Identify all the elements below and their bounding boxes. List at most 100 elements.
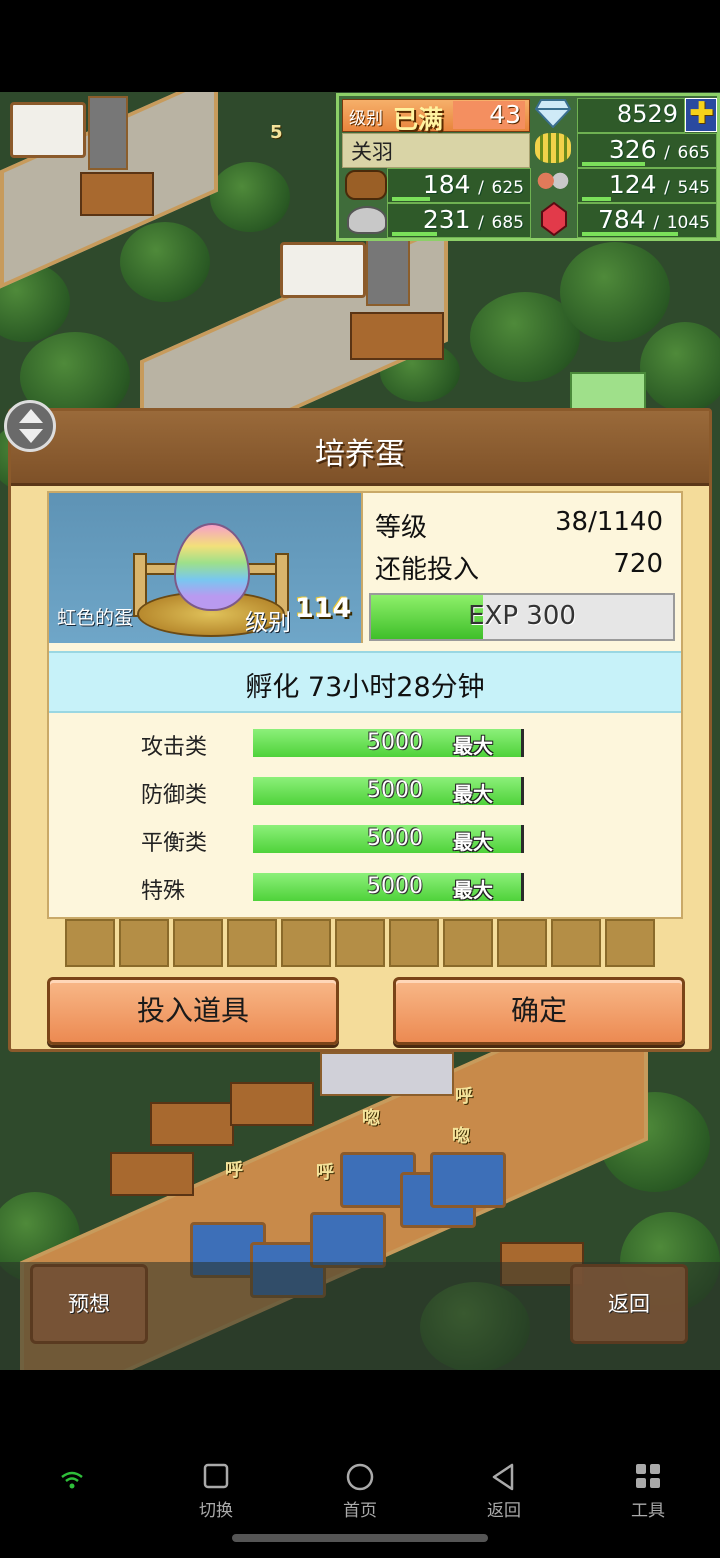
- remaining-label: 还能投入: [375, 555, 480, 585]
- back-button[interactable]: 返回: [570, 1264, 688, 1344]
- item-slot[interactable]: [335, 919, 385, 967]
- nav-back[interactable]: 返回: [464, 1462, 544, 1521]
- crystal-icon: [541, 201, 567, 240]
- diamond-icon: [534, 98, 572, 132]
- attribute-bar: 5000 最大: [253, 825, 524, 854]
- level-box: 级别 已满 43: [342, 99, 530, 134]
- attribute-row: 防御类 5000 最大: [49, 777, 681, 809]
- attribute-max: 最大: [453, 734, 493, 758]
- wood-max: 625: [491, 178, 524, 198]
- grid-icon: [608, 1462, 688, 1496]
- attribute-value: 5000: [367, 730, 423, 755]
- dialog-header: 培养蛋: [11, 411, 709, 486]
- egg-panel[interactable]: 虹色的蛋 级别 114: [49, 493, 363, 643]
- ore-max: 685: [491, 213, 524, 233]
- attribute-label: 防御类: [141, 783, 208, 808]
- dialog-title: 培养蛋: [315, 437, 405, 472]
- food-counter: 326 / 665: [577, 133, 717, 168]
- snore-text: 呼: [225, 1160, 243, 1181]
- grade-label: 等级: [375, 513, 428, 543]
- ore-icon: [347, 206, 387, 234]
- plus-icon: ✚: [689, 96, 715, 131]
- crystal-current: 784: [598, 205, 646, 234]
- nav-back-label: 返回: [487, 1501, 521, 1521]
- wood-current: 184: [422, 170, 471, 199]
- hatch-banner: 孵化 73小时28分钟: [49, 651, 681, 713]
- workers-max: 545: [677, 178, 710, 198]
- attribute-label: 平衡类: [141, 831, 208, 856]
- insert-items-button[interactable]: 投入道具: [47, 977, 339, 1045]
- rainbow-egg-icon: [174, 523, 250, 611]
- attribute-row: 平衡类 5000 最大: [49, 825, 681, 857]
- item-slot[interactable]: [605, 919, 655, 967]
- item-slot[interactable]: [227, 919, 277, 967]
- home-indicator[interactable]: [232, 1534, 488, 1542]
- food-icon: [535, 133, 571, 163]
- level-label: 级别: [349, 109, 383, 129]
- snore-text: 唿: [452, 1126, 470, 1147]
- attribute-bar: 5000 最大: [253, 777, 524, 806]
- wood-progress: [392, 197, 430, 201]
- workers-icon: [535, 168, 571, 200]
- add-gems-button[interactable]: ✚: [685, 96, 717, 132]
- gems-counter: 8529: [577, 98, 685, 133]
- item-slot[interactable]: [551, 919, 601, 967]
- attribute-list: 攻击类 5000 最大 防御类 5000 最大 平衡类 5000 最大 特殊 5…: [49, 719, 681, 915]
- wood-counter: 184 / 625: [387, 168, 531, 203]
- egg-level-label: 级别: [245, 610, 291, 636]
- attribute-row: 攻击类 5000 最大: [49, 729, 681, 761]
- ore-progress: [392, 232, 437, 236]
- level-value: 43: [489, 100, 521, 129]
- item-slot[interactable]: [497, 919, 547, 967]
- ore-current: 231: [422, 205, 471, 234]
- forecast-button[interactable]: 预想: [30, 1264, 148, 1344]
- attribute-max: 最大: [453, 878, 493, 902]
- crystal-max: 1045: [666, 213, 710, 233]
- egg-level-value: 114: [295, 593, 352, 624]
- item-slot[interactable]: [65, 919, 115, 967]
- nav-tools[interactable]: 工具: [608, 1462, 688, 1521]
- nav-tools-label: 工具: [631, 1501, 665, 1521]
- workers-current: 124: [608, 170, 657, 199]
- attribute-max: 最大: [453, 830, 493, 854]
- map-marker: 5: [270, 122, 283, 143]
- workers-progress: [582, 197, 611, 201]
- workers-counter: 124 / 545: [577, 168, 717, 203]
- exp-bar: EXP 300: [369, 593, 675, 641]
- resource-hud: 级别 已满 43 8529 ✚ 关羽 326 / 665 184 / 625 1…: [336, 93, 720, 241]
- snore-text: 呼: [455, 1086, 473, 1107]
- item-slot[interactable]: [119, 919, 169, 967]
- dialog-content: 虹色的蛋 级别 114 等级 38/1140 还能投入 720 EXP 300 …: [47, 491, 683, 919]
- item-slot[interactable]: [173, 919, 223, 967]
- wifi-icon: [60, 1470, 84, 1494]
- food-progress: [582, 162, 645, 166]
- attribute-bar: 5000 最大: [253, 873, 524, 902]
- item-slot[interactable]: [389, 919, 439, 967]
- attribute-value: 5000: [367, 826, 423, 851]
- player-name: 关羽: [351, 140, 393, 164]
- level-status: 已满: [393, 105, 444, 134]
- attribute-value: 5000: [367, 874, 423, 899]
- nav-switch[interactable]: 切换: [176, 1462, 256, 1521]
- attribute-label: 特殊: [141, 879, 186, 904]
- square-icon: [176, 1462, 256, 1496]
- gems-value: 8529: [616, 100, 678, 128]
- attribute-row: 特殊 5000 最大: [49, 873, 681, 905]
- attribute-value: 5000: [367, 778, 423, 803]
- exp-text: EXP 300: [468, 601, 576, 631]
- item-slot[interactable]: [443, 919, 493, 967]
- item-slot[interactable]: [281, 919, 331, 967]
- up-down-arrow-icon: [17, 407, 45, 449]
- ore-counter: 231 / 685: [387, 203, 531, 238]
- food-max: 665: [677, 143, 710, 163]
- scroll-toggle-button[interactable]: [4, 400, 56, 452]
- attribute-label: 攻击类: [141, 735, 208, 760]
- circle-icon: [320, 1462, 400, 1496]
- crystal-progress: [582, 232, 678, 236]
- crystal-counter: 784 / 1045: [577, 203, 717, 238]
- nav-switch-label: 切换: [199, 1501, 233, 1521]
- nav-home[interactable]: 首页: [320, 1462, 400, 1521]
- confirm-button[interactable]: 确定: [393, 977, 685, 1045]
- snore-text: 唿: [362, 1108, 380, 1129]
- player-name-box: 关羽: [342, 133, 530, 168]
